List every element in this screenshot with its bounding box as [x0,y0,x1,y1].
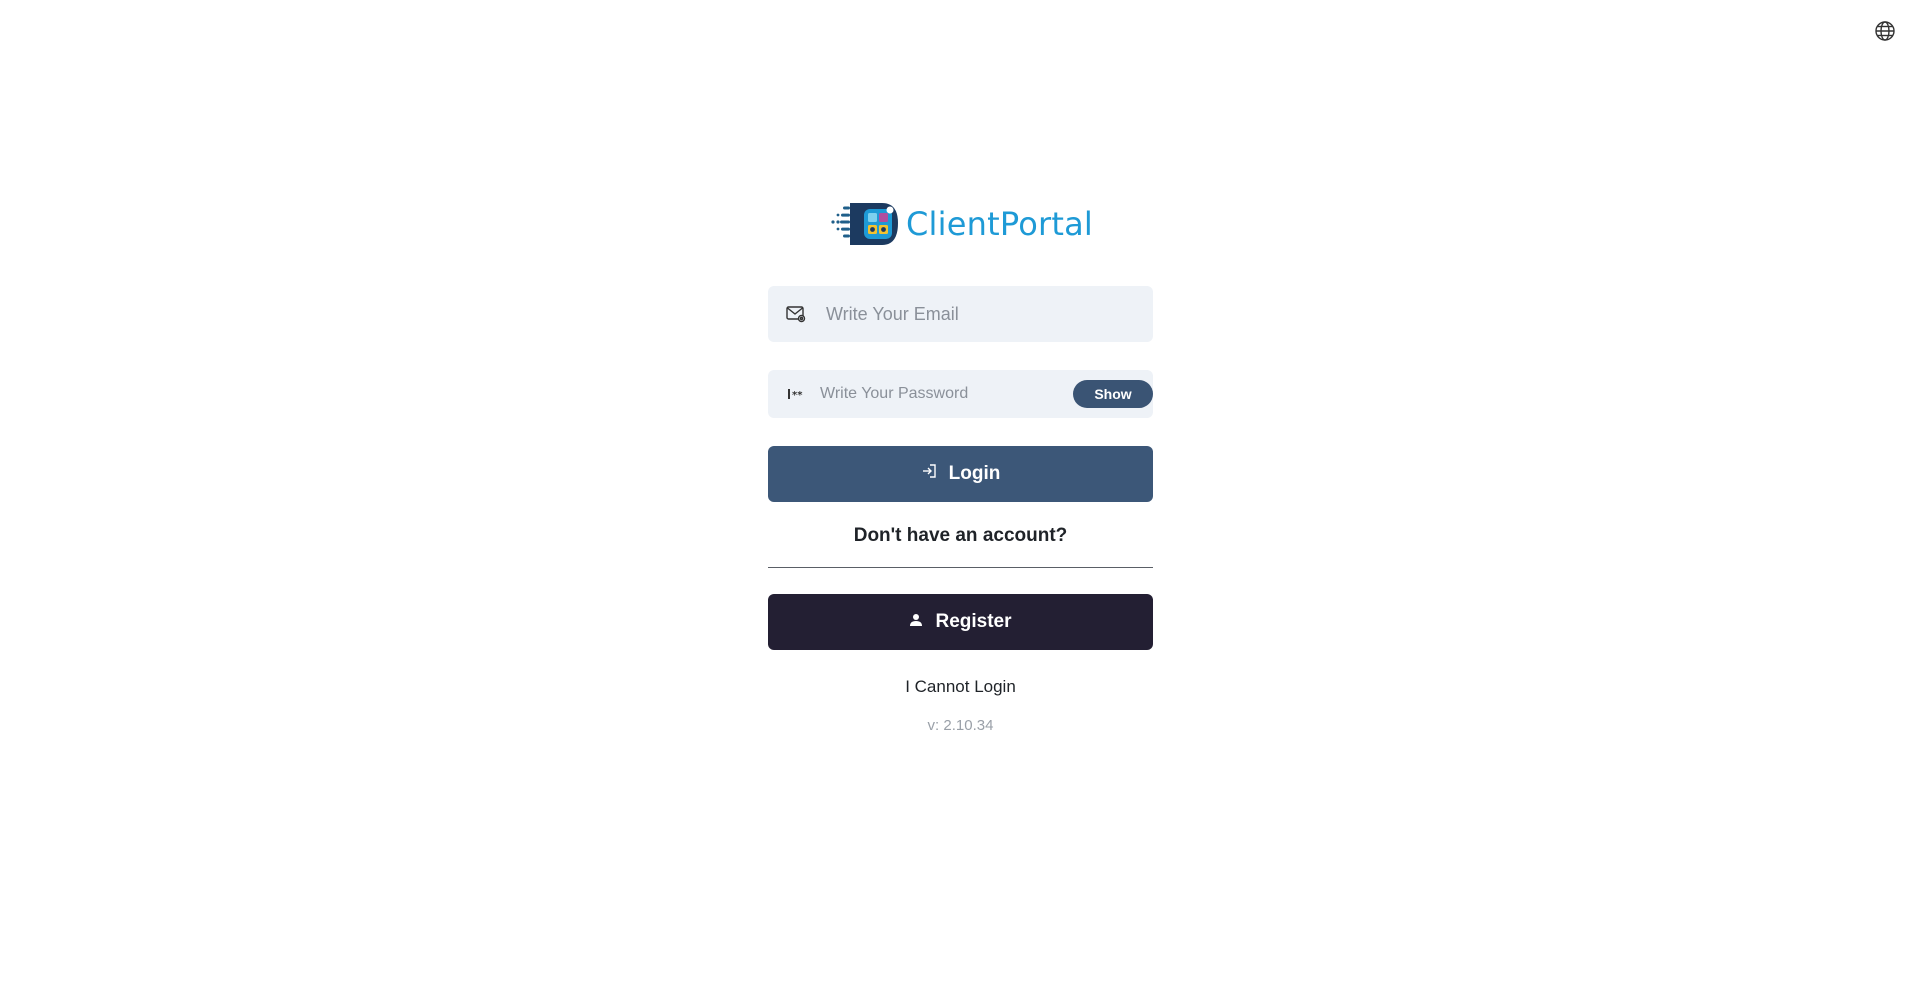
register-button[interactable]: Register [768,594,1153,650]
show-password-button[interactable]: Show [1073,380,1153,408]
login-button-label: Login [948,463,1001,484]
user-icon [909,611,923,633]
globe-icon [1875,21,1895,41]
brand-logo: ClientPortal [830,196,1093,252]
language-globe-button[interactable] [1872,18,1898,44]
email-input[interactable] [826,286,1153,342]
divider [768,567,1153,568]
client-portal-logo-icon [831,203,898,245]
login-panel: ClientPortal ** Show [768,196,1153,736]
password-icon: ** [786,384,806,404]
brand-name: ClientPortal [906,205,1093,243]
cannot-login-link[interactable]: I Cannot Login [905,676,1016,698]
envelope-icon [786,304,806,324]
login-button[interactable]: Login [768,446,1153,502]
password-field[interactable]: ** Show [768,370,1153,418]
svg-text:**: ** [792,390,803,400]
version-text: v: 2.10.34 [927,717,994,734]
no-account-text: Don't have an account? [853,525,1068,546]
email-field[interactable] [768,286,1153,342]
sign-in-icon [921,463,937,485]
register-button-label: Register [935,611,1012,632]
